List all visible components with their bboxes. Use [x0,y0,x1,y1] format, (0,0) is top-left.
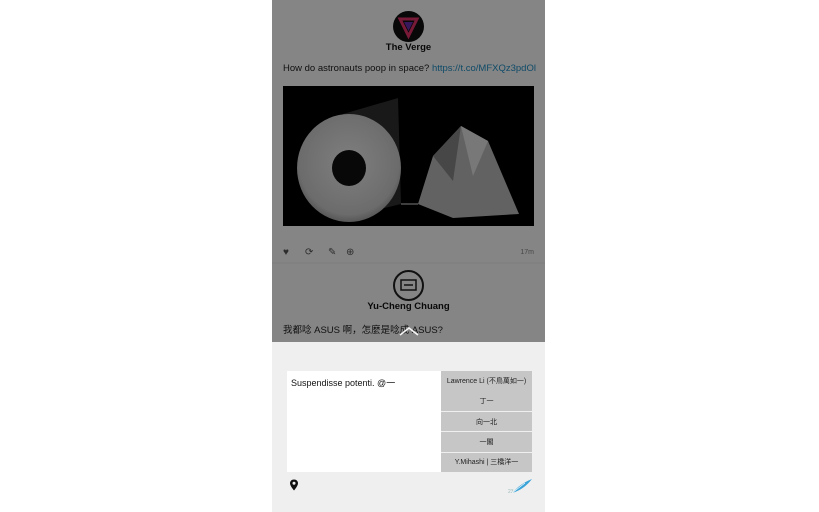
chevron-up-icon[interactable] [398,326,420,336]
send-feather-icon[interactable] [509,478,533,494]
compose-panel: Suspendisse potenti. @一 Lawrence Li (不鳥萬… [272,342,545,512]
suggestion-item[interactable]: Lawrence Li (不鳥萬如一) [441,371,532,391]
suggestion-item[interactable]: Y.Mihashi | 三橋洋一 [441,452,532,473]
mention-suggestions: Lawrence Li (不鳥萬如一) 丁一 向一北 一閣 Y.Mihashi … [441,371,532,473]
compose-textarea[interactable]: Suspendisse potenti. @一 [287,371,441,472]
timeline-feed: The Verge How do astronauts poop in spac… [272,0,545,342]
location-pin-icon[interactable] [289,479,299,491]
suggestion-item[interactable]: 一閣 [441,432,532,452]
suggestion-item[interactable]: 向一北 [441,411,532,432]
phone-screen: The Verge How do astronauts poop in spac… [272,0,545,512]
dim-overlay[interactable] [272,0,545,342]
suggestion-item[interactable]: 丁一 [441,391,532,411]
